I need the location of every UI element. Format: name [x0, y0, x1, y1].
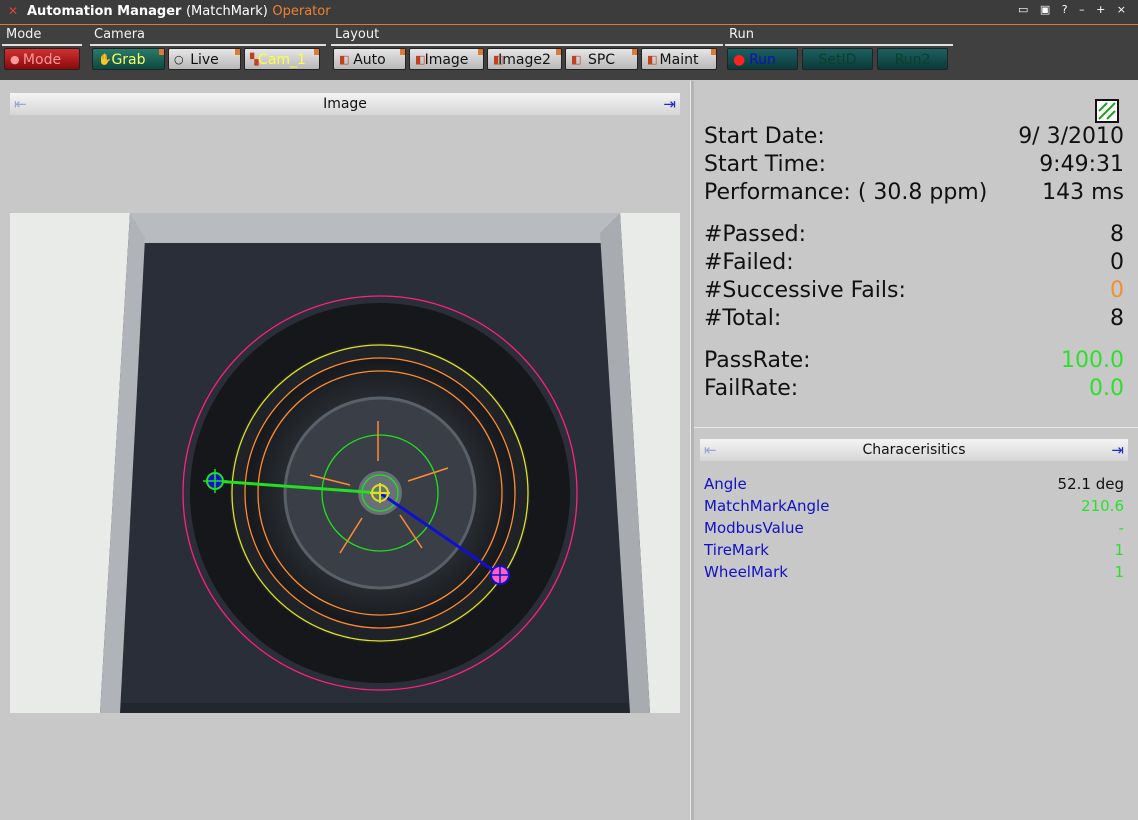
run-info: Start Date: 9/ 3/2010 Start Time: 9:49:3…	[704, 123, 1124, 207]
title-bar: ✕ Automation Manager (MatchMark) Operato…	[0, 0, 1138, 25]
passed-row: #Passed: 8	[704, 221, 1124, 249]
counts: #Passed: 8 #Failed: 0 #Successive Fails:…	[704, 221, 1124, 333]
successive-fails-row: #Successive Fails: 0	[704, 277, 1124, 305]
app-logo-icon: ✕	[8, 4, 19, 18]
layout-group-label: Layout	[335, 27, 380, 42]
camera-select-button[interactable]: ▚ Cam_1	[244, 48, 320, 70]
characteristics-title: Characerisitics	[862, 442, 966, 458]
status-indicator-icon	[1095, 99, 1119, 123]
characteristic-value: 1	[1114, 563, 1124, 581]
camera-image[interactable]	[10, 213, 680, 713]
characteristic-name: ModbusValue	[704, 519, 804, 537]
start-date-value: 9/ 3/2010	[1018, 124, 1124, 149]
successive-fails-label: #Successive Fails:	[704, 278, 906, 303]
characteristic-value: 210.6	[1081, 497, 1124, 515]
characteristic-name: MatchMarkAngle	[704, 497, 830, 515]
mode-group-label: Mode	[6, 27, 42, 42]
fail-rate-value: 0.0	[1089, 376, 1124, 401]
characteristic-row[interactable]: ModbusValue -	[704, 517, 1124, 539]
layout-group: Layout ◧ Auto ◧ Image ◧ Image2 ◧ SPC ◧ M…	[331, 25, 723, 80]
camera-group-label: Camera	[94, 27, 146, 42]
total-value: 8	[1110, 306, 1124, 331]
user-role: Operator	[272, 4, 331, 19]
app-name: Automation Manager	[27, 4, 182, 19]
characteristic-row[interactable]: MatchMarkAngle 210.6	[704, 495, 1124, 517]
successive-fails-value: 0	[1110, 278, 1124, 303]
performance-row: Performance: ( 30.8 ppm) 143 ms	[704, 179, 1124, 207]
run2-button[interactable]: Run2	[877, 48, 948, 70]
next-arrow-icon[interactable]: ⇥	[1111, 439, 1124, 461]
inspection-overlay	[10, 213, 680, 713]
live-icon: ○	[174, 53, 184, 66]
characteristic-value: 1	[1114, 541, 1124, 559]
pass-rate-label: PassRate:	[704, 348, 811, 373]
rates: PassRate: 100.0 FailRate: 0.0	[704, 347, 1124, 403]
start-time-value: 9:49:31	[1039, 152, 1124, 177]
start-date-row: Start Date: 9/ 3/2010	[704, 123, 1124, 151]
pass-rate-value: 100.0	[1061, 348, 1124, 373]
run-group-label: Run	[729, 27, 754, 42]
live-button[interactable]: ○ Live	[168, 48, 241, 70]
hand-icon: ✋	[98, 53, 112, 66]
toolbar: Mode ● Mode Camera ✋ Grab ○ Live ▚ Cam_1…	[0, 25, 1138, 80]
run-button[interactable]: ● Run	[727, 48, 798, 70]
camera-icon: ▚	[250, 53, 259, 66]
next-arrow-icon[interactable]: ⇥	[663, 93, 676, 115]
failed-label: #Failed:	[704, 250, 794, 275]
characteristic-value: -	[1118, 519, 1124, 537]
grab-button[interactable]: ✋ Grab	[92, 48, 165, 70]
prev-arrow-icon[interactable]: ⇤	[704, 439, 717, 461]
characteristic-name: WheelMark	[704, 563, 788, 581]
characteristic-name: Angle	[704, 475, 747, 493]
failed-value: 0	[1110, 250, 1124, 275]
job-name: (MatchMark)	[185, 4, 268, 19]
window-title: Automation Manager (MatchMark) Operator	[27, 4, 331, 19]
image-pane-title: Image	[323, 96, 367, 112]
performance-label: Performance: ( 30.8 ppm)	[704, 180, 988, 205]
characteristic-row[interactable]: TireMark 1	[704, 539, 1124, 561]
layout-auto-button[interactable]: ◧ Auto	[333, 48, 406, 70]
mode-button[interactable]: ● Mode	[4, 48, 80, 70]
characteristics-header: ⇤ Characerisitics ⇥	[700, 439, 1128, 461]
total-label: #Total:	[704, 306, 782, 331]
characteristics-list: Angle 52.1 deg MatchMarkAngle 210.6 Modb…	[704, 473, 1124, 583]
characteristic-value: 52.1 deg	[1057, 475, 1124, 493]
layout-icon: ◧	[415, 53, 426, 66]
failed-row: #Failed: 0	[704, 249, 1124, 277]
camera-group: Camera ✋ Grab ○ Live ▚ Cam_1	[90, 25, 326, 80]
mode-icon: ●	[10, 53, 20, 66]
layout-icon: ◧	[647, 53, 658, 66]
record-icon: ●	[733, 52, 746, 68]
layout-image2-button[interactable]: ◧ Image2	[487, 48, 562, 70]
fail-rate-label: FailRate:	[704, 376, 799, 401]
setid-button[interactable]: SetID	[802, 48, 873, 70]
start-date-label: Start Date:	[704, 124, 825, 149]
passed-value: 8	[1110, 222, 1124, 247]
pass-rate-row: PassRate: 100.0	[704, 347, 1124, 375]
passed-label: #Passed:	[704, 222, 807, 247]
stats-pane: Start Date: 9/ 3/2010 Start Time: 9:49:3…	[694, 81, 1138, 820]
layout-maint-button[interactable]: ◧ Maint	[641, 48, 717, 70]
characteristic-row[interactable]: Angle 52.1 deg	[704, 473, 1124, 495]
run-group: Run ● Run SetID Run2	[725, 25, 953, 80]
layout-icon: ◧	[571, 53, 582, 66]
window-controls[interactable]: ▭ ▣ ? – + ×	[1018, 3, 1130, 16]
layout-image-button[interactable]: ◧ Image	[409, 48, 484, 70]
mode-group: Mode ● Mode	[2, 25, 82, 80]
prev-arrow-icon[interactable]: ⇤	[14, 93, 27, 115]
image-pane-header: ⇤ Image ⇥	[10, 93, 680, 115]
fail-rate-row: FailRate: 0.0	[704, 375, 1124, 403]
total-row: #Total: 8	[704, 305, 1124, 333]
start-time-row: Start Time: 9:49:31	[704, 151, 1124, 179]
layout-spc-button[interactable]: ◧ SPC	[565, 48, 638, 70]
characteristic-name: TireMark	[704, 541, 769, 559]
performance-value: 143 ms	[1042, 180, 1124, 205]
start-time-label: Start Time:	[704, 152, 826, 177]
characteristic-row[interactable]: WheelMark 1	[704, 561, 1124, 583]
layout-icon: ◧	[493, 53, 504, 66]
layout-icon: ◧	[339, 53, 350, 66]
